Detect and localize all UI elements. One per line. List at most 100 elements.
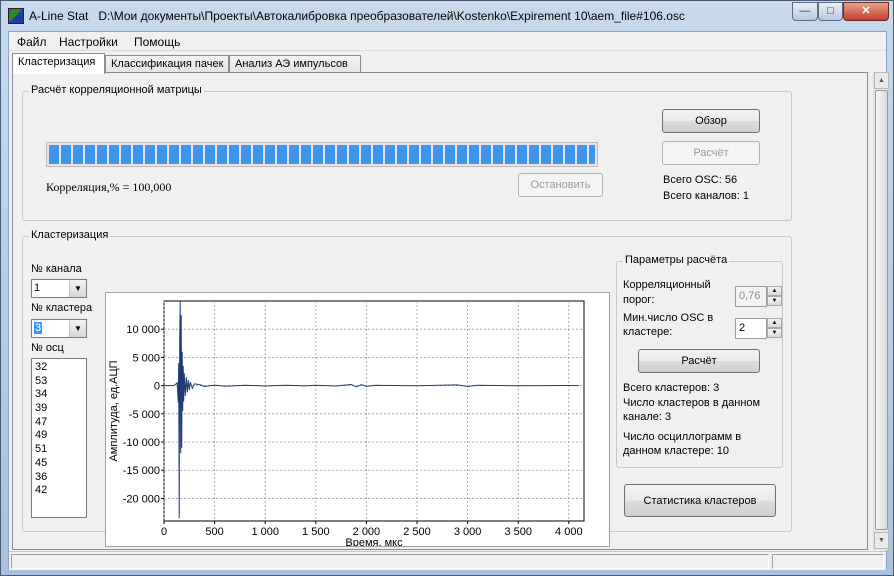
- maximize-icon[interactable]: □: [818, 2, 843, 21]
- y-tick-label: -5 000: [129, 409, 160, 421]
- correlation-value-label: Корреляция,% = 100,000: [46, 180, 172, 194]
- list-item[interactable]: 36: [32, 471, 86, 485]
- tab-ae-pulse-analysis[interactable]: Анализ АЭ импульсов: [229, 55, 361, 73]
- list-item[interactable]: 47: [32, 416, 86, 430]
- chevron-down-icon[interactable]: ▼: [69, 320, 86, 337]
- app-name: A-Line Stat: [29, 9, 89, 23]
- browse-button[interactable]: Обзор: [662, 109, 760, 133]
- y-tick-label: 10 000: [126, 324, 160, 336]
- x-tick-label: 2 500: [403, 526, 431, 538]
- waveform-chart-svg: 0 500 1 000 1 500 2 000 2 500 3 000 3 500 4 0001…: [108, 300, 585, 549]
- tab-burst-classification[interactable]: Классификация пачек: [105, 55, 229, 73]
- min-osc-label-2: кластере:: [623, 326, 673, 338]
- menu-file[interactable]: Файл: [17, 35, 47, 49]
- list-item[interactable]: 45: [32, 457, 86, 471]
- window-title: A-Line Stat D:\Мои документы\Проекты\Авт…: [29, 9, 685, 23]
- osc-in-cluster-label-1: Число осциллограмм в: [623, 431, 742, 443]
- tab-strip: Кластеризация Классификация пачек Анализ…: [12, 53, 872, 74]
- scroll-down-icon[interactable]: ▼: [874, 532, 889, 549]
- calc-clusters-button[interactable]: Расчёт: [638, 349, 760, 373]
- x-tick-label: 3 000: [454, 526, 482, 538]
- clustering-group-title: Кластеризация: [29, 229, 111, 241]
- y-tick-label: 5 000: [132, 352, 160, 364]
- client-area: Файл Настройки Помощь Кластеризация Клас…: [8, 31, 889, 570]
- x-tick-label: 3 500: [504, 526, 532, 538]
- app-window: A-Line Stat D:\Мои документы\Проекты\Авт…: [0, 0, 894, 576]
- x-tick-label: 0: [161, 526, 167, 538]
- osc-in-cluster-label-2: данном кластере: 10: [623, 445, 730, 457]
- clusters-in-channel-label-1: Число кластеров в данном: [623, 397, 761, 409]
- plot-area: [163, 300, 585, 522]
- cluster-select[interactable]: 3 ▼: [31, 319, 87, 338]
- clusters-in-channel-label-2: канале: 3: [623, 411, 672, 423]
- y-axis-label: Амплитуда, ед.АЦП: [108, 360, 120, 461]
- title-bar[interactable]: A-Line Stat D:\Мои документы\Проекты\Авт…: [1, 1, 893, 31]
- y-tick-label: 0: [154, 381, 160, 393]
- file-path: D:\Мои документы\Проекты\Автокалибровка …: [98, 9, 685, 23]
- stop-button[interactable]: Остановить: [518, 173, 603, 197]
- corr-threshold-label-2: порог:: [623, 294, 655, 306]
- y-tick-label: -15 000: [123, 465, 160, 477]
- x-tick-label: 500: [205, 526, 223, 538]
- minimize-icon[interactable]: —: [792, 2, 818, 21]
- list-item[interactable]: 49: [32, 429, 86, 443]
- cluster-stats-button[interactable]: Статистика кластеров: [624, 484, 776, 517]
- corr-threshold-spinner[interactable]: 0,76 ▲ ▼: [735, 286, 782, 307]
- list-item[interactable]: 51: [32, 443, 86, 457]
- osc-listbox[interactable]: 32 53 34 39 47 49 51 45 36 42: [31, 358, 87, 518]
- params-group-title: Параметры расчёта: [623, 254, 730, 266]
- tab-panel: Расчёт корреляционной матрицы Корреляция…: [12, 72, 868, 550]
- scroll-thumb[interactable]: [875, 90, 888, 530]
- calc-matrix-button[interactable]: Расчёт: [662, 141, 760, 165]
- menu-settings[interactable]: Настройки: [59, 35, 118, 49]
- waveform-chart: 0 500 1 000 1 500 2 000 2 500 3 000 3 500 4 000 1…: [105, 292, 610, 549]
- x-tick-label: 1 500: [302, 526, 330, 538]
- menu-help[interactable]: Помощь: [134, 35, 180, 49]
- close-icon[interactable]: ✕: [843, 2, 889, 21]
- tab-clustering[interactable]: Кластеризация: [12, 53, 105, 74]
- list-item[interactable]: 34: [32, 388, 86, 402]
- y-tick-label: -10 000: [123, 437, 160, 449]
- osc-label: № осц: [31, 342, 64, 354]
- scroll-up-icon[interactable]: ▲: [874, 72, 889, 89]
- corr-threshold-spin-buttons: ▲ ▼: [767, 286, 782, 307]
- cluster-value: 3: [34, 322, 43, 334]
- x-tick-label: 4 000: [555, 526, 583, 538]
- total-osc-label: Всего OSC: 56: [663, 174, 738, 186]
- y-tick-label: -20 000: [123, 493, 160, 505]
- progress-bar: [46, 142, 598, 167]
- list-item[interactable]: 39: [32, 402, 86, 416]
- min-osc-spinner[interactable]: 2 ▲ ▼: [735, 318, 782, 339]
- channel-select[interactable]: 1 ▼: [31, 279, 87, 298]
- corr-threshold-label-1: Корреляционный: [623, 279, 711, 291]
- menu-bar: Файл Настройки Помощь: [9, 32, 886, 51]
- list-item[interactable]: 42: [32, 484, 86, 498]
- spin-up-icon[interactable]: ▲: [767, 318, 782, 328]
- cluster-label: № кластера: [31, 302, 93, 314]
- list-item[interactable]: 32: [32, 361, 86, 375]
- status-bar: [9, 551, 886, 570]
- progress-fill: [49, 145, 595, 164]
- status-panel-main: [11, 554, 769, 569]
- spin-down-icon[interactable]: ▼: [767, 328, 782, 338]
- min-osc-label-1: Мин.число OSC в: [623, 312, 714, 324]
- spin-down-icon[interactable]: ▼: [767, 296, 782, 306]
- spin-up-icon[interactable]: ▲: [767, 286, 782, 296]
- x-tick-label: 1 000: [251, 526, 279, 538]
- correlation-group-title: Расчёт корреляционной матрицы: [29, 84, 204, 96]
- x-axis-label: Время, мкс: [345, 537, 403, 546]
- min-osc-spin-buttons: ▲ ▼: [767, 318, 782, 339]
- total-channels-label: Всего каналов: 1: [663, 190, 749, 202]
- list-item[interactable]: 53: [32, 375, 86, 389]
- min-osc-value: 2: [739, 322, 746, 334]
- correlation-group: Расчёт корреляционной матрицы Корреляция…: [22, 84, 792, 221]
- app-icon: [8, 8, 24, 24]
- channel-value: 1: [34, 282, 41, 294]
- osc-list: 32 53 34 39 47 49 51 45 36 42: [32, 359, 86, 498]
- vertical-scrollbar[interactable]: ▲ ▼: [873, 72, 889, 550]
- status-panel-extra: [772, 554, 884, 569]
- total-clusters-label: Всего кластеров: 3: [623, 382, 720, 394]
- channel-label: № канала: [31, 263, 82, 275]
- corr-threshold-value: 0,76: [739, 290, 761, 302]
- chevron-down-icon[interactable]: ▼: [69, 280, 86, 297]
